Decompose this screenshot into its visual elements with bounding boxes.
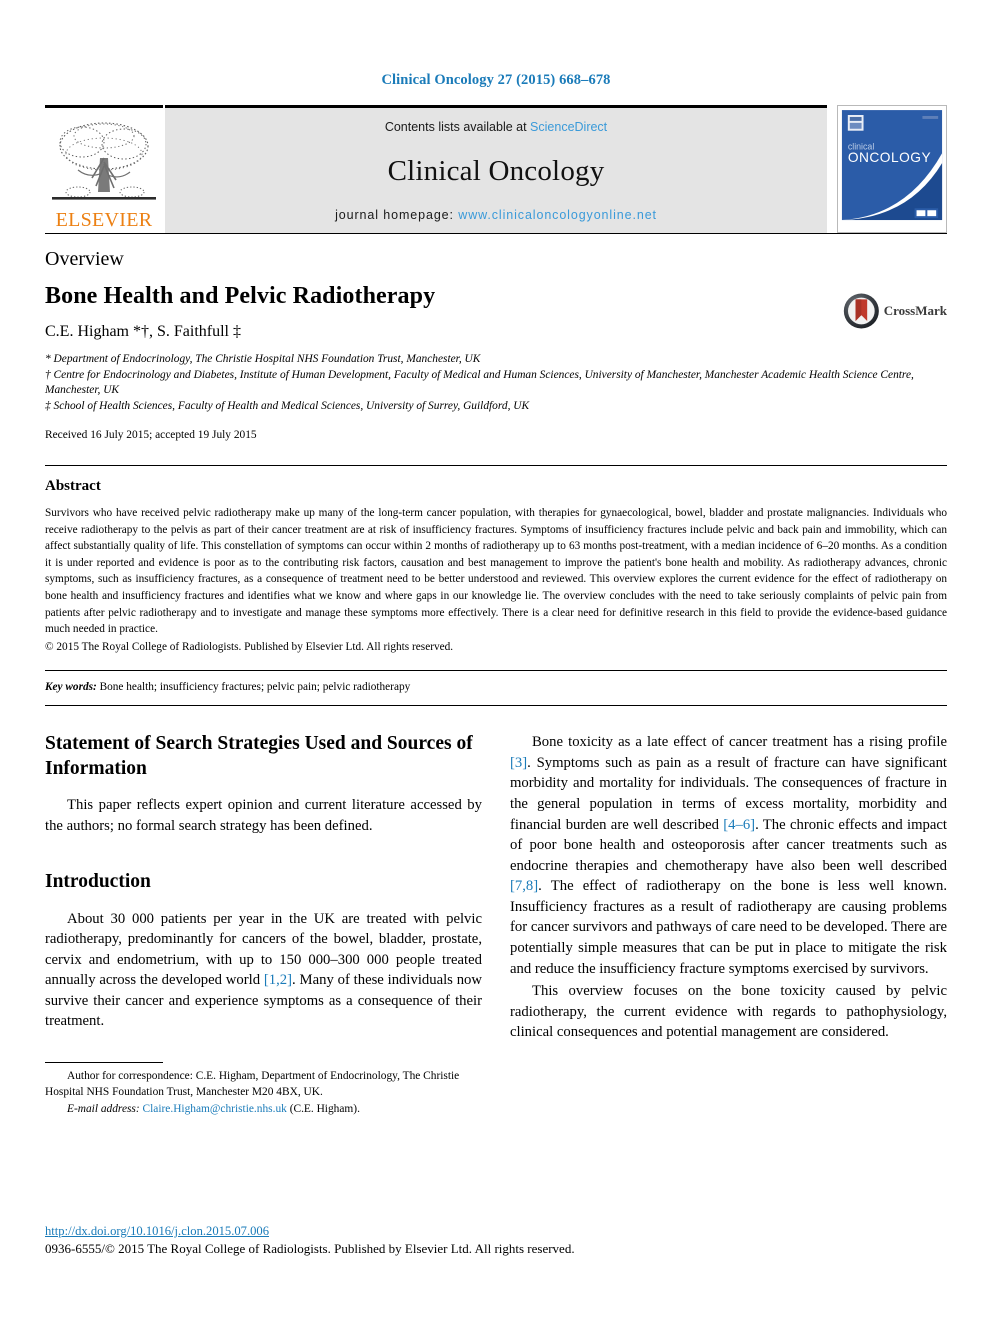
contents-list-line: Contents lists available at ScienceDirec… — [385, 120, 607, 134]
email-suffix: (C.E. Higham). — [286, 1103, 360, 1116]
right-column: Bone toxicity as a late effect of cancer… — [510, 732, 947, 1117]
footnote-email-line: E-mail address: Claire.Higham@christie.n… — [45, 1101, 482, 1117]
abstract-heading: Abstract — [45, 477, 101, 494]
paragraph-introduction: About 30 000 patients per year in the UK… — [45, 909, 482, 1032]
issn-copyright: 0936-6555/© 2015 The Royal College of Ra… — [45, 1241, 575, 1256]
keywords-value: Bone health; insufficiency fractures; pe… — [96, 681, 411, 694]
correspondence-footnote: Author for correspondence: C.E. Higham, … — [45, 1062, 482, 1118]
abstract-text: Survivors who have received pelvic radio… — [45, 505, 947, 655]
right-text-d: . The effect of radiotherapy on the bone… — [510, 878, 947, 977]
affiliation-item: * Department of Endocrinology, The Chris… — [45, 353, 481, 365]
sciencedirect-link[interactable]: ScienceDirect — [530, 120, 607, 134]
elsevier-wordmark: ELSEVIER — [55, 209, 153, 231]
heading-introduction: Introduction — [45, 871, 151, 893]
journal-cover-thumbnail[interactable]: clinical ONCOLOGY — [837, 105, 947, 233]
abstract-copyright: © 2015 The Royal College of Radiologists… — [45, 640, 454, 653]
sciencedirect-banner: Contents lists available at ScienceDirec… — [165, 105, 827, 233]
email-link[interactable]: Claire.Higham@christie.nhs.uk — [143, 1103, 287, 1115]
abstract-top-rule — [45, 464, 947, 466]
homepage-label: journal homepage: — [335, 208, 459, 222]
page-footer: http://dx.doi.org/10.1016/j.clon.2015.07… — [45, 1224, 947, 1257]
paragraph-search-strategies: This paper reflects expert opinion and c… — [45, 797, 482, 834]
keywords-label: Key words: — [45, 681, 97, 694]
page-title: Bone Health and Pelvic Radiotherapy — [45, 283, 436, 309]
article-section-type: Overview — [45, 248, 124, 270]
affiliation-item: † Centre for Endocrinology and Diabetes,… — [45, 368, 914, 397]
masthead-bottom-rule — [45, 233, 947, 234]
citation-ref[interactable]: [4–6] — [723, 817, 755, 833]
elsevier-tree-icon — [48, 118, 160, 210]
footnote-correspondence: Author for correspondence: C.E. Higham, … — [45, 1070, 460, 1099]
journal-homepage-link[interactable]: www.clinicaloncologyonline.net — [458, 208, 657, 222]
crossmark-label: CrossMark — [883, 303, 947, 318]
crossmark-icon — [843, 293, 879, 329]
elsevier-logo: ELSEVIER — [45, 105, 163, 233]
body-columns: Statement of Search Strategies Used and … — [45, 732, 947, 1117]
email-label: E-mail address: — [67, 1103, 140, 1116]
journal-title: Clinical Oncology — [387, 154, 605, 187]
journal-masthead: ELSEVIER Contents lists available at Sci… — [45, 105, 947, 233]
citation-ref[interactable]: [3] — [510, 755, 527, 771]
received-accepted-dates: Received 16 July 2015; accepted 19 July … — [45, 428, 257, 441]
journal-homepage-line: journal homepage: www.clinicaloncologyon… — [335, 208, 657, 222]
citation-ref[interactable]: [7,8] — [510, 878, 538, 894]
affiliations: * Department of Endocrinology, The Chris… — [45, 352, 947, 415]
author-list: C.E. Higham *†, S. Faithfull ‡ — [45, 323, 241, 340]
doi-link[interactable]: http://dx.doi.org/10.1016/j.clon.2015.07… — [45, 1224, 947, 1239]
keywords-bottom-rule — [45, 705, 947, 707]
abstract-paragraph: Survivors who have received pelvic radio… — [45, 506, 947, 636]
keywords: Key words: Bone health; insufficiency fr… — [45, 681, 947, 693]
right-text-a: Bone toxicity as a late effect of cancer… — [532, 734, 947, 751]
citation-ref[interactable]: [1,2] — [264, 972, 292, 988]
paragraph-bone-toxicity: Bone toxicity as a late effect of cancer… — [510, 732, 947, 979]
affiliation-item: ‡ School of Health Sciences, Faculty of … — [45, 400, 530, 413]
footnote-rule — [45, 1062, 163, 1064]
contents-prefix: Contents lists available at — [384, 120, 531, 134]
heading-search-strategies: Statement of Search Strategies Used and … — [45, 733, 473, 779]
running-head: Clinical Oncology 27 (2015) 668–678 — [381, 72, 611, 88]
svg-text:ONCOLOGY: ONCOLOGY — [848, 150, 931, 165]
keywords-top-rule — [45, 670, 947, 672]
left-column: Statement of Search Strategies Used and … — [45, 732, 482, 1117]
article-page: Clinical Oncology 27 (2015) 668–678 ELSE… — [0, 0, 992, 1323]
paragraph-overview-focus: This overview focuses on the bone toxici… — [510, 983, 947, 1041]
crossmark-badge[interactable]: CrossMark — [843, 288, 947, 334]
